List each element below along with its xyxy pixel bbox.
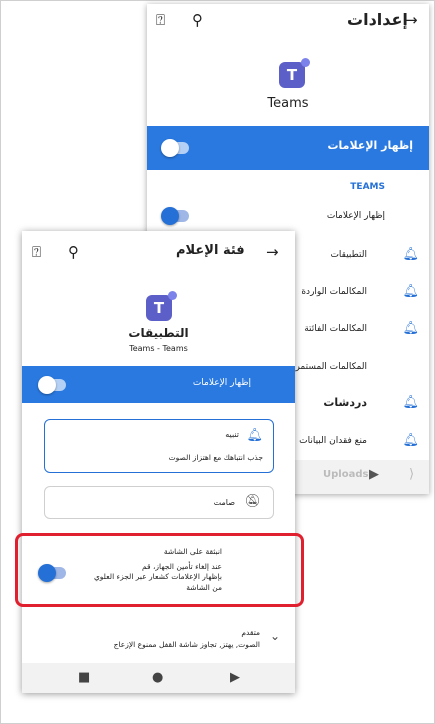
- bell-icon: 🔔︎: [402, 395, 419, 410]
- app-subtitle: Teams - Teams: [129, 344, 188, 353]
- play-icon[interactable]: ▶: [369, 467, 379, 482]
- home-icon[interactable]: ●: [152, 670, 163, 685]
- row-incoming-calls[interactable]: المكالمات الواردة: [301, 287, 367, 297]
- advanced-row[interactable]: ⌄ متقدم الصوت, يهتز, تجاوز شاشة القفل مم…: [22, 621, 295, 663]
- teams-notifications-toggle[interactable]: [161, 207, 189, 225]
- show-notifications-label: إظهار الإعلامات: [192, 378, 251, 388]
- app-title: التطبيقات: [128, 326, 189, 340]
- arrow-right-icon[interactable]: →: [405, 11, 418, 29]
- uploads-label[interactable]: Uploads: [323, 469, 368, 480]
- section-label-teams: TEAMS: [350, 182, 385, 192]
- row-apps[interactable]: التطبيقات: [330, 250, 367, 260]
- silent-title: صامت: [213, 498, 235, 507]
- help-icon[interactable]: ⍰: [32, 243, 41, 261]
- category-header: ⍰ ⚲ فئة الإعلام →: [22, 231, 295, 265]
- arrow-right-icon[interactable]: →: [266, 243, 279, 261]
- bell-icon: 🔔︎: [402, 433, 419, 448]
- page-title: إعدادات: [347, 10, 408, 29]
- show-notifications-toggle[interactable]: [161, 139, 189, 157]
- android-nav-bar: ■ ● ▶: [22, 663, 295, 693]
- teams-notifications-label: إظهار الإعلامات: [326, 211, 385, 221]
- search-icon[interactable]: ⚲: [192, 11, 203, 29]
- bell-off-icon: 🔕︎: [244, 494, 261, 509]
- bell-icon: 🔔︎: [402, 284, 419, 299]
- advanced-title: متقدم: [241, 628, 260, 637]
- notification-category-panel: ⍰ ⚲ فئة الإعلام → T التطبيقات Teams - Te…: [22, 231, 295, 693]
- advanced-desc: الصوت, يهتز, تجاوز شاشة القفل ممنوع الإز…: [113, 640, 260, 649]
- row-data-loss[interactable]: منع فقدان البيانات: [299, 436, 367, 446]
- silent-option[interactable]: 🔕︎ صامت: [44, 486, 274, 519]
- row-ongoing-calls[interactable]: المكالمات المستمرة: [291, 362, 367, 372]
- bell-icon: 🔔︎: [402, 321, 419, 336]
- square-icon[interactable]: ■: [78, 670, 90, 685]
- bell-icon: 🔔︎: [402, 247, 419, 262]
- highlight-box: [15, 533, 304, 607]
- alert-desc: جذب انتباهك مع اهتزاز الصوت: [168, 453, 263, 462]
- row-missed-calls[interactable]: المكالمات الفائتة: [304, 324, 367, 334]
- alert-title: تنبيه: [225, 430, 239, 439]
- show-notifications-label: إظهار الإعلامات: [327, 139, 413, 152]
- app-name: Teams: [267, 96, 309, 111]
- chevron-icon[interactable]: ⟩: [409, 467, 414, 482]
- teams-logo-icon: T: [279, 58, 310, 88]
- alert-option[interactable]: 🔔︎ تنبيه جذب انتباهك مع اهتزاز الصوت: [44, 419, 274, 473]
- show-notifications-row[interactable]: إظهار الإعلامات: [147, 126, 429, 170]
- help-icon[interactable]: ⍰: [156, 11, 165, 29]
- play-icon[interactable]: ▶: [230, 670, 240, 685]
- chat-section-label: دردشات: [323, 396, 367, 409]
- show-notifications-toggle[interactable]: [38, 376, 66, 394]
- show-notifications-row[interactable]: إظهار الإعلامات: [22, 366, 295, 403]
- page-title: فئة الإعلام: [176, 243, 245, 258]
- teams-logo-icon: T: [146, 291, 177, 321]
- bell-icon: 🔔︎: [246, 428, 263, 443]
- search-icon[interactable]: ⚲: [68, 243, 79, 261]
- settings-header: ⍰ ⚲ إعدادات →: [147, 4, 429, 38]
- chevron-down-icon[interactable]: ⌄: [270, 629, 280, 643]
